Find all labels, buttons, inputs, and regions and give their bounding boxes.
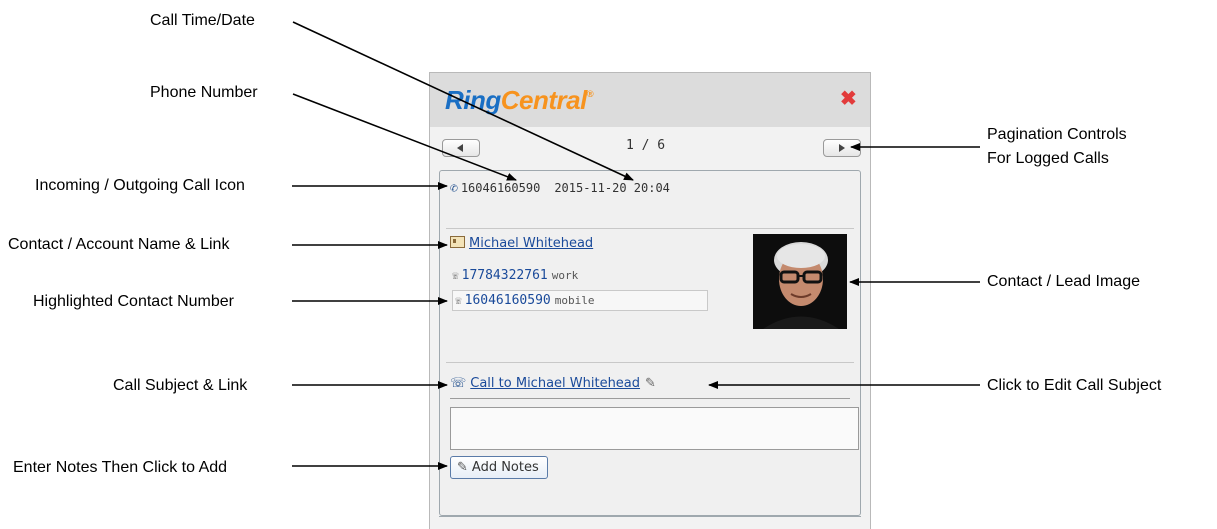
arrow-call-time-date <box>292 21 634 181</box>
annotation-arrows <box>292 21 980 470</box>
arrow-phone-number <box>292 93 517 181</box>
